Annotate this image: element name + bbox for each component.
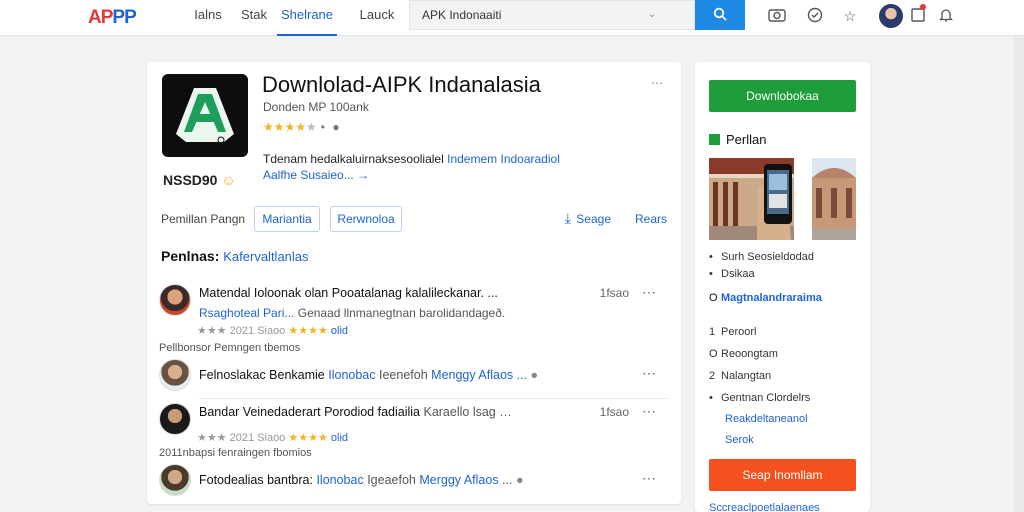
search-button[interactable]: [695, 0, 745, 30]
more-options-icon[interactable]: ⋯: [642, 403, 657, 420]
review-note: 2011nbapsi fenraingen fbomios: [159, 447, 312, 459]
divider: [199, 398, 669, 399]
share-button[interactable]: Seage: [576, 212, 611, 226]
sidebar-list-item: • Surh Seosieldodad: [709, 251, 814, 263]
app-rating: ★★★★★ • ●: [263, 120, 340, 134]
report-button[interactable]: Rears: [635, 212, 667, 226]
more-options-icon[interactable]: ⋯: [642, 470, 657, 487]
sidebar-link[interactable]: Serok: [725, 434, 754, 446]
review-stars: ★★★ 2021 Siaoo ★★★★ olid: [197, 432, 349, 444]
app-icon: [162, 74, 248, 157]
nav-item-4[interactable]: Lauck: [353, 0, 401, 36]
reviewer-avatar[interactable]: [159, 359, 191, 391]
screenshot-2[interactable]: [812, 158, 856, 240]
review-item: Fotodealias bantbra: Ilonobac Igeaefoh M…: [159, 464, 669, 498]
app-description: Tdenam hedalkaluirnaksesoolialel Indemem…: [263, 152, 560, 182]
reviewer-avatar[interactable]: [159, 284, 191, 316]
bell-icon[interactable]: [937, 7, 955, 25]
notification-badge: [920, 4, 926, 10]
avatar[interactable]: [879, 4, 903, 28]
action-row-label: Pemillan Pangn: [161, 212, 246, 226]
screenshot-1[interactable]: [709, 158, 794, 240]
review-item: Felnoslakac Benkamie Ilonobac Ieenefoh M…: [159, 359, 669, 393]
search-input[interactable]: APK Indonaaiti ⌄: [409, 0, 695, 30]
scrollbar[interactable]: [1014, 36, 1024, 512]
mariantia-button[interactable]: Mariantia: [254, 206, 320, 232]
logo[interactable]: APPP: [88, 7, 137, 29]
review-title: Matendal Ioloonak olan Pooatalanag kalal…: [199, 286, 498, 300]
nav-item-1[interactable]: Ialns: [185, 0, 231, 36]
reviews-heading: Penlnas: Kafervaltlanlas: [161, 248, 309, 264]
review-stars: ★★★ 2021 Siaoo ★★★★ olid: [197, 325, 349, 337]
emoji-icon: ☺: [221, 172, 236, 188]
rerwnoloa-button[interactable]: Rerwnoloa: [330, 206, 402, 232]
download-button[interactable]: Downlobokaa: [709, 80, 856, 112]
orange-action-button[interactable]: Seap Inomllam: [709, 459, 856, 491]
star-icon[interactable]: ☆: [841, 7, 859, 25]
review-note: Pellbonsor Pemngen tbemos: [159, 342, 301, 354]
sidebar: Downlobokaa Perllan •Surh Seosieldodad: [695, 62, 870, 512]
sidebar-footer-link[interactable]: Sccreaclpoetlalaenaes: [709, 502, 856, 512]
shield-icon[interactable]: [806, 7, 824, 25]
description-link[interactable]: Indemem Indoaradiol: [447, 152, 560, 166]
review-time: 1fsao: [599, 286, 629, 300]
sidebar-link[interactable]: O Magtnalandraraima: [709, 292, 822, 304]
review-item: Bandar Veinedaderart Porodiod fadiailia …: [159, 403, 669, 473]
nav-item-2[interactable]: Stak: [237, 0, 271, 36]
action-row: Pemillan Pangn Mariantia Rerwnoloa ⤓ Sea…: [161, 206, 667, 234]
review-time: 1fsao: [599, 405, 629, 419]
share-icon[interactable]: ⤓: [565, 210, 571, 227]
globe-icon: ●: [332, 120, 340, 134]
review-subline: Rsaghoteal Pari... Genaad llnmanegtnan b…: [199, 306, 506, 320]
app-title: Downlolad-AIPK Indanalasia: [262, 72, 541, 97]
review-title: Bandar Veinedaderart Porodiod fadiailia …: [199, 405, 512, 419]
sidebar-link[interactable]: Reakdeltaneanol: [725, 413, 808, 425]
more-options-icon[interactable]: ⋯: [642, 365, 657, 382]
nav-item-3[interactable]: Shelrane: [277, 0, 337, 36]
globe-icon: ●: [515, 473, 524, 487]
review-link[interactable]: Rsaghoteal Pari...: [199, 306, 294, 320]
globe-icon: ●: [530, 368, 539, 382]
reviewer-avatar[interactable]: [159, 464, 191, 496]
reviews-link[interactable]: Kafervaltlanlas: [223, 249, 308, 264]
review-title: Fotodealias bantbra: Ilonobac Igeaefoh M…: [199, 473, 524, 487]
reviewer-avatar[interactable]: [159, 403, 191, 435]
camera-icon[interactable]: [768, 7, 786, 25]
sidebar-list-item[interactable]: O Reoongtam: [709, 348, 778, 360]
square-icon: [709, 134, 720, 145]
app-brand: NSSD90 ☺: [163, 172, 236, 188]
sidebar-list-item[interactable]: 1 Peroorl: [709, 326, 756, 338]
sidebar-list-item[interactable]: • Gentnan Clordelrs: [709, 392, 810, 404]
sidebar-heading: Perllan: [709, 132, 766, 147]
chevron-down-icon[interactable]: ⌄: [648, 9, 656, 20]
top-bar: APPP Ialns Stak Shelrane Lauck APK Indon…: [0, 0, 1024, 36]
app-detail-card: NSSD90 ☺ Downlolad-AIPK Indanalasia ⋯ Do…: [147, 62, 681, 504]
sidebar-list-item[interactable]: 2 Nalangtan: [709, 370, 771, 382]
developer-name[interactable]: Donden MP 100ank: [263, 100, 369, 114]
more-options-icon[interactable]: ⋯: [642, 284, 657, 301]
sidebar-list-item: • Dsikaa: [709, 268, 755, 280]
search-icon: [713, 7, 727, 21]
more-icon[interactable]: ⋯: [651, 76, 663, 90]
search-value: APK Indonaaiti: [422, 8, 502, 22]
review-item: Matendal Ioloonak olan Pooatalanag kalal…: [159, 284, 669, 354]
review-title: Felnoslakac Benkamie Ilonobac Ieenefoh M…: [199, 368, 539, 382]
description-more-link[interactable]: Aalfhe Susaieo... →: [263, 168, 369, 182]
